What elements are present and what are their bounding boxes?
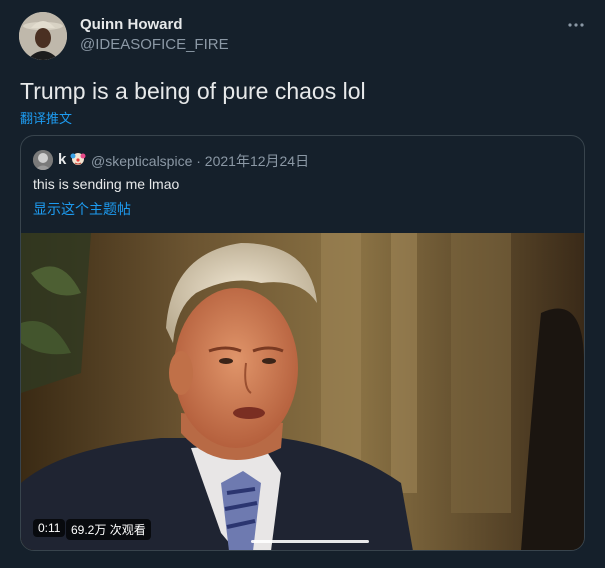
author-display-name[interactable]: Quinn Howard <box>80 16 183 33</box>
translate-tweet-link[interactable]: 翻译推文 <box>20 108 72 127</box>
quoted-text: this is sending me lmao <box>33 176 180 192</box>
video-elapsed-time: 0:11 <box>33 519 66 537</box>
author-handle[interactable]: @IDEASOFICE_FIRE <box>80 36 229 53</box>
quoted-author-name[interactable]: k <box>58 151 66 168</box>
tweet-card: Quinn Howard @IDEASOFICE_FIRE Trump is a… <box>0 0 605 568</box>
show-thread-link[interactable]: 显示这个主题帖 <box>33 199 131 219</box>
video-view-count: 69.2万 次观看 <box>66 519 151 540</box>
author-avatar[interactable] <box>19 12 67 60</box>
quoted-tweet[interactable]: k @skepticalspice · 2021年12月24日 this is … <box>20 135 585 551</box>
more-horizontal-icon[interactable] <box>566 16 586 34</box>
clown-emoji-icon <box>70 150 86 168</box>
quoted-handle-date[interactable]: @skepticalspice · 2021年12月24日 <box>91 151 309 171</box>
video-frame <box>21 233 584 550</box>
video-progress-bar[interactable] <box>251 540 369 543</box>
video-player[interactable]: 0:11 69.2万 次观看 <box>21 233 584 550</box>
quoted-author-avatar[interactable] <box>33 150 53 170</box>
tweet-text: Trump is a being of pure chaos lol <box>20 78 366 104</box>
